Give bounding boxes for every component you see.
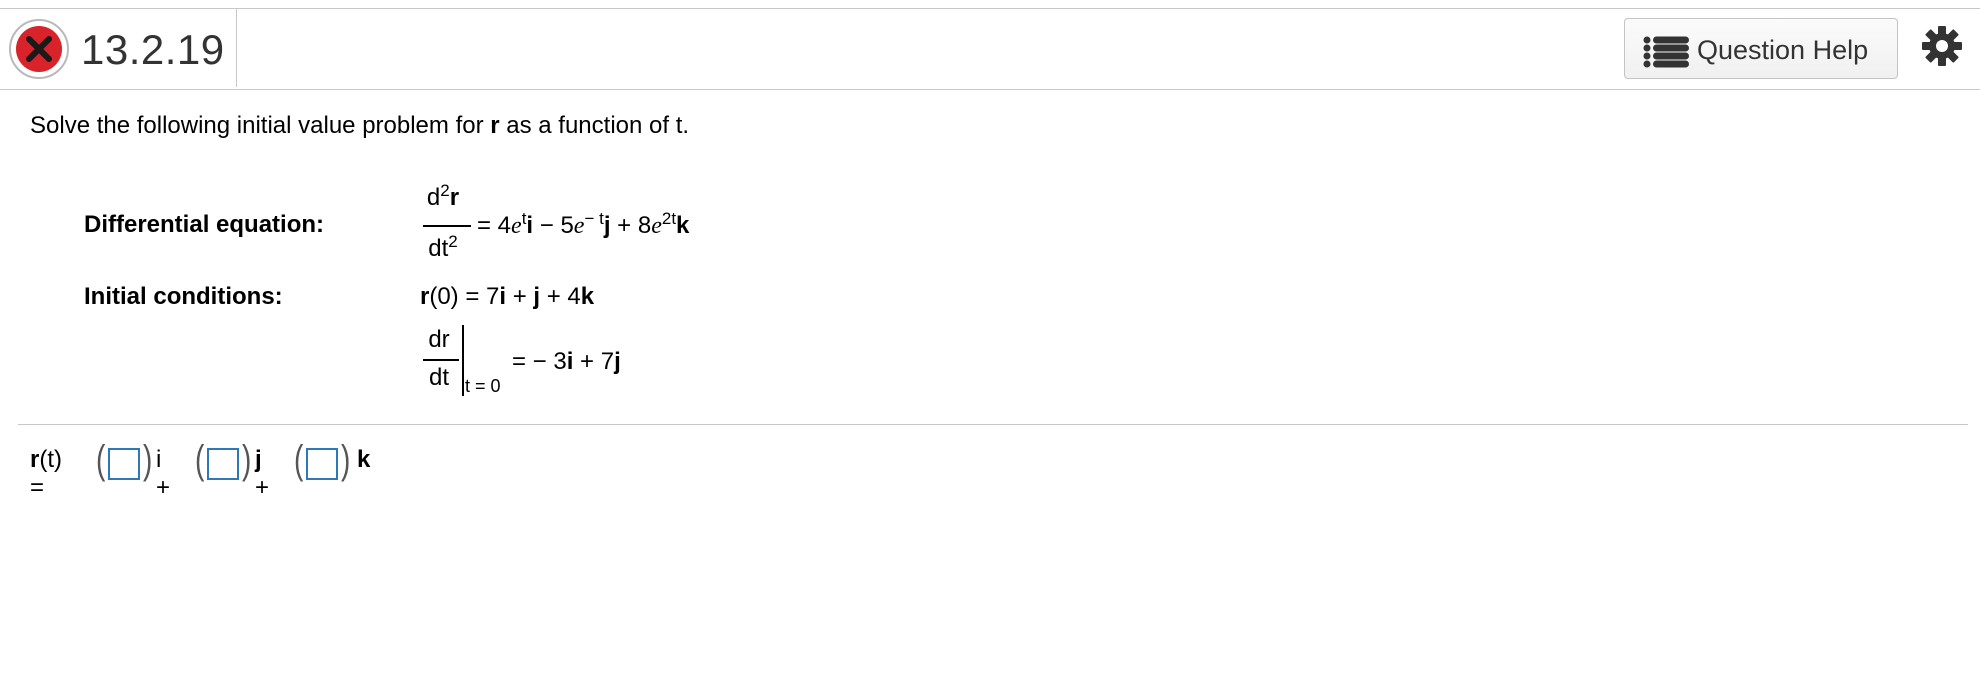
question-help-button[interactable]: Question Help	[1624, 18, 1898, 79]
dr-numerator: dr	[428, 326, 450, 353]
differential-equation-rhs: = 4eti − 5e− tj + 8e2tk	[477, 209, 690, 239]
close-paren-2: )	[241, 438, 252, 482]
question-header: 13.2.19 Question Help	[0, 9, 1980, 90]
open-paren-2: (	[194, 438, 205, 482]
header-divider	[236, 9, 237, 87]
initial-conditions-label: Initial conditions:	[84, 283, 283, 310]
k-suffix: k	[357, 446, 371, 473]
differential-equation-label: Differential equation:	[84, 211, 325, 238]
open-paren-1: (	[95, 438, 106, 482]
incorrect-x-icon	[9, 19, 69, 79]
question-help-label: Question Help	[1697, 35, 1869, 65]
fraction-bar-2	[423, 359, 459, 361]
question-number: 13.2.19	[81, 26, 225, 73]
answer-lhs: r(t) =	[30, 446, 62, 501]
open-paren-3: (	[293, 438, 304, 482]
gear-icon[interactable]	[1920, 24, 1964, 73]
answer-input-k[interactable]	[306, 448, 338, 480]
prompt-text-1: Solve the following initial value proble…	[30, 112, 491, 139]
evaluation-point: t = 0	[465, 376, 501, 396]
initial-condition-r0: r(0) = 7i + j + 4k	[420, 283, 595, 310]
evaluation-bar	[462, 325, 464, 396]
fraction-bar	[423, 225, 471, 227]
section-divider	[18, 424, 1968, 425]
prompt-bold-r: r	[490, 112, 500, 139]
list-icon	[1643, 36, 1689, 73]
i-suffix: i +	[156, 446, 171, 501]
close-paren-1: )	[142, 438, 153, 482]
prompt-text-2: as a function of t.	[499, 112, 690, 139]
dt-denominator: dt	[428, 364, 449, 391]
d2r-numerator: d2r	[426, 181, 460, 211]
answer-input-j[interactable]	[207, 448, 239, 480]
problem-prompt: Solve the following initial value proble…	[30, 112, 689, 140]
dt2-denominator: dt2	[428, 232, 458, 262]
initial-condition-derivative: = − 3i + 7j	[512, 348, 621, 375]
j-suffix: j +	[255, 446, 270, 501]
answer-input-i[interactable]	[108, 448, 140, 480]
close-paren-3: )	[340, 438, 351, 482]
